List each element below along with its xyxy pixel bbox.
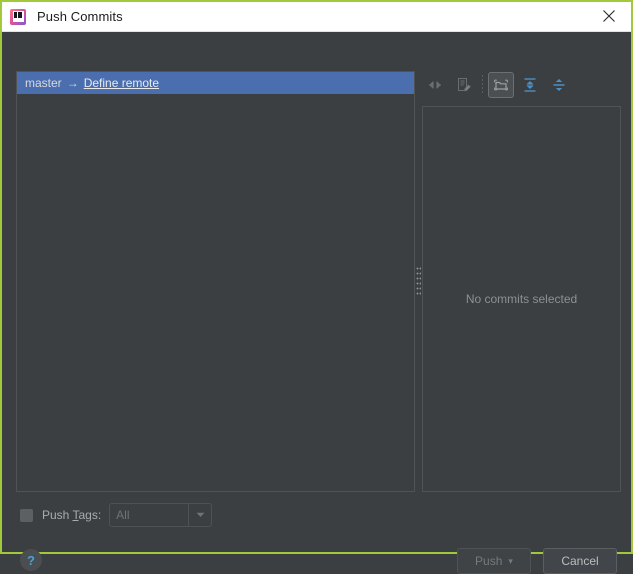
empty-state-message: No commits selected <box>465 292 578 306</box>
push-button[interactable]: Push ▾ <box>457 548 531 574</box>
push-tags-row: Push Tags: All <box>20 503 213 527</box>
push-button-caret-icon: ▾ <box>508 555 513 566</box>
branch-arrow-icon: → <box>66 76 79 90</box>
cancel-button-label: Cancel <box>561 554 599 568</box>
collapse-all-icon <box>553 79 565 91</box>
help-button[interactable]: ? <box>20 549 42 571</box>
expand-all-button[interactable] <box>517 72 543 98</box>
dialog-buttons: Push ▾ Cancel <box>457 548 617 574</box>
chevron-down-icon <box>196 512 205 517</box>
close-icon <box>603 10 615 22</box>
show-diff-preview-button[interactable] <box>451 72 477 98</box>
cancel-button[interactable]: Cancel <box>543 548 617 574</box>
push-tags-checkbox[interactable] <box>20 508 33 522</box>
commit-list-panel[interactable]: master → Define remote <box>16 71 415 492</box>
collapse-changes-icon <box>429 81 441 89</box>
toolbar-separator <box>482 75 483 95</box>
intellij-idea-icon <box>10 8 26 25</box>
help-icon: ? <box>27 552 35 568</box>
group-by-directory-icon <box>494 79 508 91</box>
close-button[interactable] <box>587 2 631 30</box>
panel-splitter[interactable] <box>415 71 422 492</box>
splitter-grip-icon <box>416 266 421 297</box>
push-tags-label-suffix: ags: <box>78 508 102 522</box>
push-tags-label: Push Tags: <box>42 508 101 522</box>
commit-list-row-branch[interactable]: master → Define remote <box>17 72 414 94</box>
branch-name: master <box>25 76 62 90</box>
push-commits-dialog: Push Commits master → Define remote No c… <box>0 0 633 574</box>
push-tags-dropdown-arrow[interactable] <box>188 504 211 526</box>
edit-annotate-icon <box>458 78 471 92</box>
push-button-label: Push <box>475 554 503 568</box>
push-tags-label-prefix: Push <box>42 508 73 522</box>
define-remote-link[interactable]: Define remote <box>84 76 159 90</box>
group-by-directory-button[interactable] <box>488 72 514 98</box>
title-bar: Push Commits <box>2 2 631 32</box>
collapse-changes-button[interactable] <box>422 72 448 98</box>
dialog-body: master → Define remote No commits select… <box>2 32 631 574</box>
commit-details-panel: No commits selected <box>422 106 621 492</box>
expand-all-icon <box>524 78 536 92</box>
push-tags-dropdown[interactable]: All <box>109 503 213 527</box>
details-toolbar <box>422 70 575 100</box>
push-tags-dropdown-value: All <box>116 508 130 522</box>
collapse-all-button[interactable] <box>546 72 572 98</box>
window-title: Push Commits <box>37 9 123 24</box>
